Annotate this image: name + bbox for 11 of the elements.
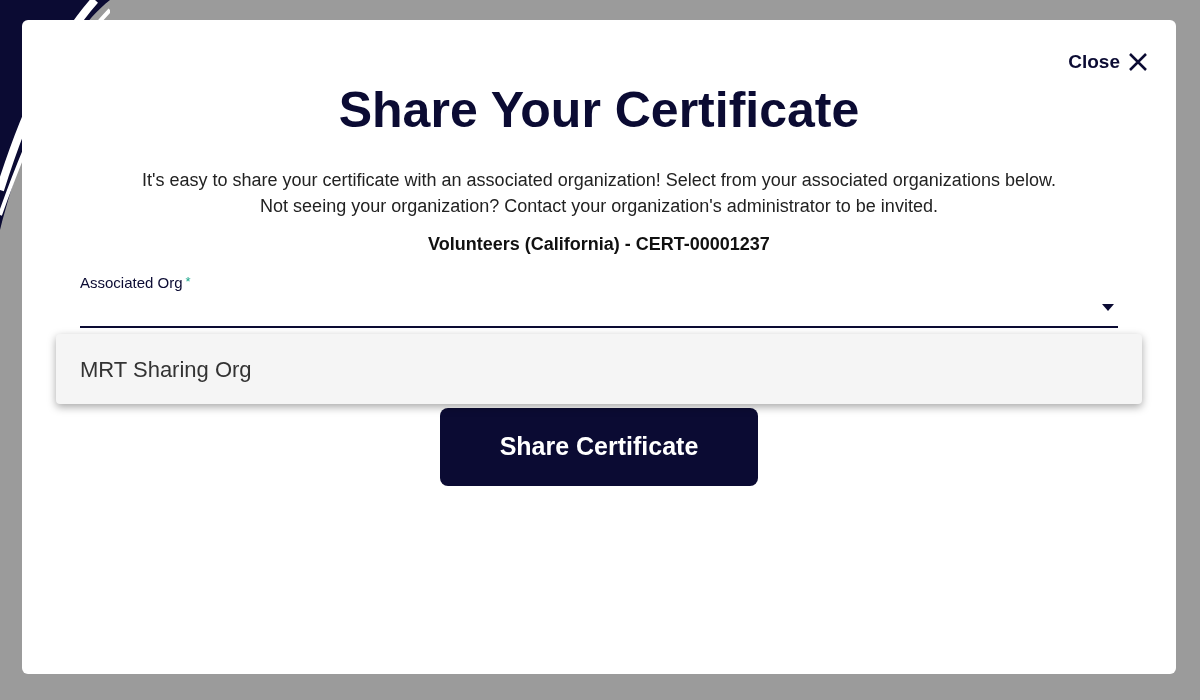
- associated-org-select[interactable]: Associated Org *: [80, 268, 1118, 328]
- close-icon: [1128, 52, 1148, 73]
- certificate-name: Volunteers (California) - CERT-00001237: [428, 233, 770, 256]
- close-button[interactable]: Close: [1068, 48, 1148, 77]
- dialog-title: Share Your Certificate: [338, 80, 860, 140]
- required-mark: *: [185, 274, 191, 289]
- dropdown-option[interactable]: MRT Sharing Org: [56, 334, 1142, 404]
- description-text: It's easy to share your certificate with an associated organization! Select from your associated organizations below. Not seeing your organization? Contact your organization's administrator to be invited.: [141, 169, 1057, 218]
- dropdown-caret-icon: [1102, 304, 1114, 311]
- share-certificate-button[interactable]: Share Certificate: [440, 408, 758, 486]
- field-label: Associated Org *: [80, 273, 192, 293]
